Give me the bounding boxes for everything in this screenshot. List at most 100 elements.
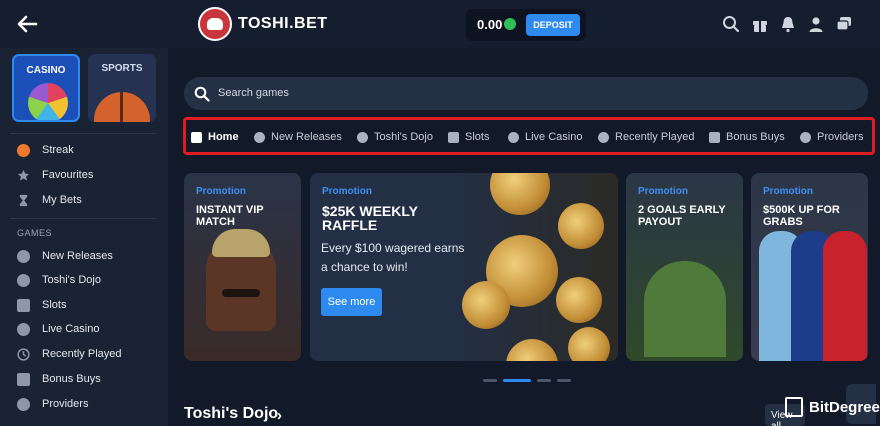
promo-title: $25K WEEKLY RAFFLE [322, 203, 418, 233]
back-arrow-icon[interactable] [16, 14, 38, 34]
bell-icon[interactable] [779, 15, 797, 33]
slots-icon [448, 131, 459, 143]
category-label: Slots [465, 131, 490, 143]
promo-title: 2 GOALS EARLY PAYOUT [638, 204, 726, 228]
search-icon [194, 86, 210, 102]
tab-live-casino[interactable]: Live Casino [508, 130, 582, 144]
sidebar-divider [10, 218, 156, 219]
providers-icon [800, 131, 811, 143]
sidebar-item-recently-played[interactable]: Recently Played [17, 344, 122, 364]
fire-icon [17, 143, 30, 157]
dojo-icon [17, 273, 30, 287]
tab-toshis-dojo[interactable]: Toshi's Dojo [357, 130, 433, 144]
search-bar[interactable]: Search games [184, 77, 868, 110]
top-bar: TOSHI.BET 0.00 DEPOSIT [0, 0, 880, 48]
gift-icon[interactable] [751, 15, 769, 33]
logo[interactable]: TOSHI.BET [198, 6, 328, 42]
tab-providers[interactable]: Providers [800, 130, 863, 144]
search-input[interactable]: Search games [218, 87, 289, 99]
coin-image [506, 339, 558, 361]
sidebar-item-label: Recently Played [42, 348, 122, 360]
new-releases-icon [17, 249, 30, 263]
logo-mark-icon [198, 7, 232, 41]
sidebar-item-label: Toshi's Dojo [42, 274, 101, 286]
player-image [823, 231, 867, 361]
sidebar-item-label: Streak [42, 144, 74, 156]
live-casino-icon [508, 131, 519, 143]
casino-wheel-icon [28, 83, 68, 120]
category-label: Bonus Buys [726, 131, 785, 143]
tab-casino[interactable]: CASINO [12, 54, 80, 122]
basketball-icon [94, 92, 150, 122]
promo-card-weekly-raffle[interactable]: Promotion $25K WEEKLY RAFFLE Every $100 … [310, 173, 618, 361]
user-icon[interactable] [807, 15, 825, 33]
dojo-icon [357, 131, 368, 143]
bitdegree-logo-icon [785, 397, 803, 417]
sidebar-item-label: Bonus Buys [42, 373, 101, 385]
currency-coin-icon [504, 18, 516, 30]
promo-character-image [206, 229, 276, 331]
promo-description: Every $100 wagered earns a chance to win… [321, 241, 465, 274]
coin-image [568, 327, 610, 361]
see-more-button[interactable]: See more [321, 288, 382, 316]
sidebar-item-streak[interactable]: Streak [17, 140, 74, 160]
section-title[interactable]: Toshi's Dojo [184, 405, 278, 423]
watermark-text: BitDegree [809, 398, 880, 416]
deposit-button[interactable]: DEPOSIT [526, 14, 580, 36]
promo-tag: Promotion [322, 186, 372, 197]
sidebar-item-my-bets[interactable]: My Bets [17, 190, 82, 210]
search-icon[interactable] [722, 15, 740, 33]
watermark: BitDegree [785, 396, 880, 418]
sidebar-item-bonus-buys[interactable]: Bonus Buys [17, 369, 101, 389]
sidebar-item-new-releases[interactable]: New Releases [17, 246, 113, 266]
wallet-widget: 0.00 DEPOSIT [466, 9, 586, 41]
tab-bonus-buys[interactable]: Bonus Buys [709, 130, 785, 144]
tab-recently-played[interactable]: Recently Played [598, 130, 695, 144]
category-label: Toshi's Dojo [374, 131, 433, 143]
bonus-buys-icon [709, 131, 720, 143]
providers-icon [17, 397, 30, 411]
games-heading: GAMES [17, 228, 53, 238]
balance-amount: 0.00 [477, 17, 503, 32]
promo-card-goals-payout[interactable]: Promotion 2 GOALS EARLY PAYOUT [626, 173, 743, 361]
sidebar-divider [10, 133, 156, 134]
chevron-right-icon[interactable]: › [277, 407, 282, 424]
clock-icon [17, 347, 30, 361]
sidebar-item-label: My Bets [42, 194, 82, 206]
sidebar-item-label: New Releases [42, 250, 113, 262]
bonus-buys-icon [17, 372, 30, 386]
category-label: Home [208, 131, 239, 143]
carousel-dot[interactable] [483, 379, 497, 382]
sidebar-item-favourites[interactable]: Favourites [17, 165, 93, 185]
hourglass-icon [19, 194, 28, 206]
promo-card-500k-grabs[interactable]: Promotion $500K UP FOR GRABS [751, 173, 868, 361]
new-releases-icon [254, 131, 265, 143]
live-casino-icon [17, 322, 30, 336]
category-label: Recently Played [615, 131, 695, 143]
clock-icon [598, 131, 609, 143]
category-label: Providers [817, 131, 864, 143]
sidebar-item-toshis-dojo[interactable]: Toshi's Dojo [17, 270, 101, 290]
tab-slots[interactable]: Slots [448, 130, 489, 144]
coin-image [490, 173, 550, 215]
sidebar: CASINO SPORTS Streak Favourites My Bets … [0, 48, 168, 426]
coin-image [462, 281, 510, 329]
promo-tag: Promotion [638, 186, 688, 197]
tab-sports[interactable]: SPORTS [88, 54, 156, 122]
promo-title: INSTANT VIP MATCH [196, 204, 264, 228]
tab-new-releases[interactable]: New Releases [254, 130, 342, 144]
promo-card-vip-match[interactable]: Promotion INSTANT VIP MATCH [184, 173, 301, 361]
sidebar-item-live-casino[interactable]: Live Casino [17, 319, 99, 339]
star-icon [17, 169, 30, 181]
carousel-dot[interactable] [557, 379, 571, 382]
chat-icon[interactable] [835, 15, 853, 33]
tab-home[interactable]: Home [191, 130, 239, 144]
carousel-dot-active[interactable] [503, 379, 531, 382]
sidebar-item-providers[interactable]: Providers [17, 394, 88, 414]
sidebar-item-slots[interactable]: Slots [17, 295, 66, 315]
slots-icon [17, 298, 30, 312]
carousel-dot[interactable] [537, 379, 551, 382]
category-label: New Releases [271, 131, 342, 143]
coin-image [558, 203, 604, 249]
sidebar-item-label: Providers [42, 398, 89, 410]
